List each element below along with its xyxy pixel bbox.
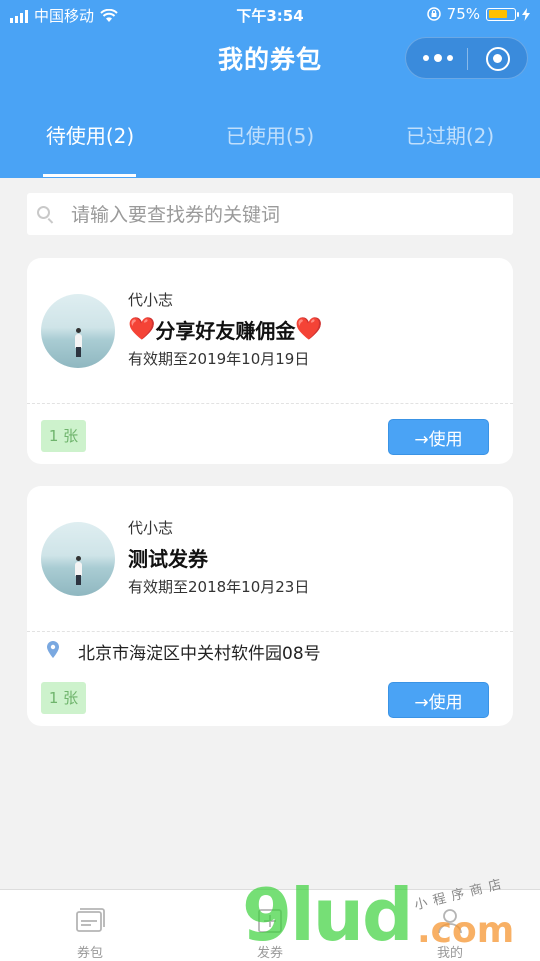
watermark-brand: 9lud [242,873,414,957]
avatar [41,522,115,596]
coupon-title-text: 分享好友赚佣金 [155,319,296,343]
battery-icon [486,7,519,21]
more-icon[interactable] [423,51,453,65]
tab-used[interactable]: 已使用(5) [180,120,360,149]
tab-expired[interactable]: 已过期(2) [360,120,540,149]
tabbar-item-coupons[interactable]: 券包 [0,890,180,961]
avatar [41,294,115,368]
location-pin-icon [47,641,59,658]
watermark: 9lud .com 小程序商店 [242,876,522,960]
search-bar [27,193,513,237]
watermark-domain: .com [417,910,515,951]
coupon-title: ❤️ 分享好友赚佣金 ❤️ [128,315,323,344]
tab-unused[interactable]: 待使用(2) [0,120,180,149]
status-bar: 中国移动 下午3:54 75% [0,0,540,30]
coupon-issuer: 代小志 [128,291,174,309]
active-tab-indicator [43,174,136,177]
tabbar-label: 券包 [76,946,103,961]
coupon-issuer: 代小志 [128,519,174,537]
coupon-title: 测试发券 [128,543,208,572]
coupon-expiry: 有效期至2018年10月23日 [128,578,310,596]
coupon-expiry: 有效期至2019年10月19日 [128,350,310,368]
divider [27,403,513,404]
divider [27,631,513,632]
search-icon [37,206,50,219]
coupon-card[interactable]: 代小志 ❤️ 分享好友赚佣金 ❤️ 有效期至2019年10月19日 1 张 →使… [27,258,513,464]
close-miniprogram-icon[interactable] [486,47,510,71]
watermark-tagline: 小程序商店 [412,875,509,914]
heart-icon: ❤️ [128,316,156,342]
quantity-badge: 1 张 [41,420,86,452]
use-button[interactable]: →使用 [388,419,489,455]
coupon-wallet-icon [76,908,105,932]
capsule-divider [467,48,468,70]
coupon-card[interactable]: 代小志 测试发券 有效期至2018年10月23日 北京市海淀区中关村软件园08号… [27,486,513,726]
heart-icon: ❤️ [295,316,323,342]
miniprogram-capsule [405,37,528,79]
use-button[interactable]: →使用 [388,682,489,718]
coupon-title-text: 测试发券 [128,547,208,571]
header: 中国移动 下午3:54 75% 我的券包 待使用(2) 已使用(5) 已过期(2… [0,0,540,178]
coupon-location: 北京市海淀区中关村软件园08号 [78,644,321,664]
coupon-status-tabs: 待使用(2) 已使用(5) 已过期(2) [0,118,540,178]
battery-percent: 75% [446,5,480,23]
search-input[interactable] [69,193,503,237]
charging-icon [522,7,530,21]
lock-rotation-icon [426,7,441,21]
quantity-badge: 1 张 [41,682,86,714]
